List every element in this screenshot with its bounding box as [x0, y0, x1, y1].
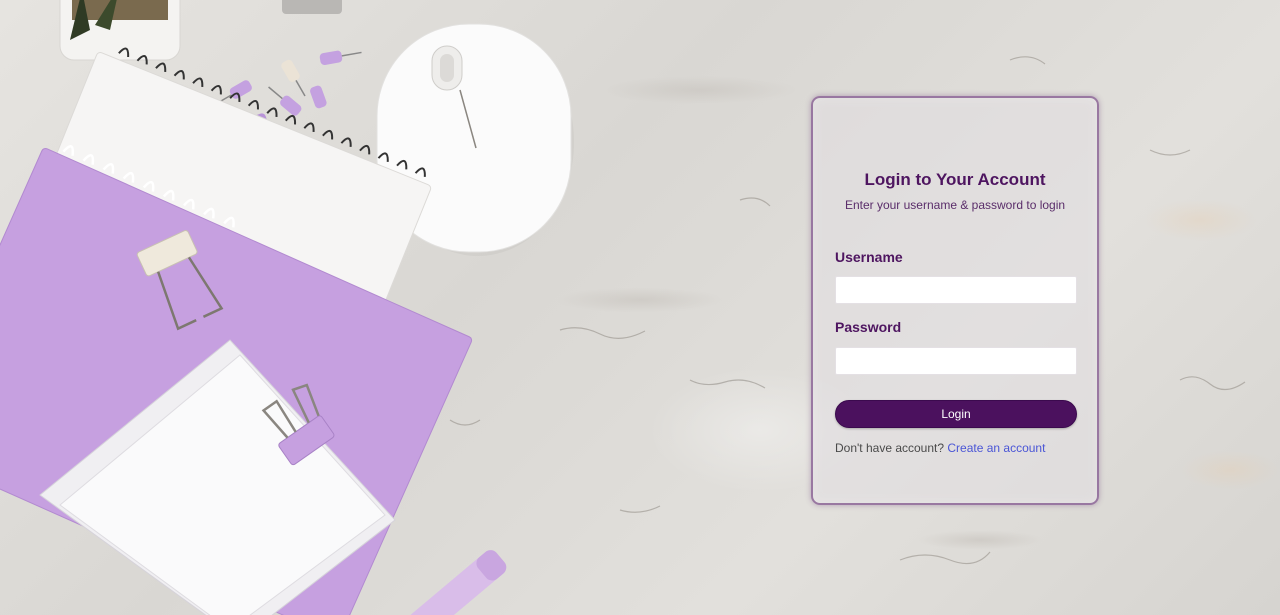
login-button[interactable]: Login	[835, 400, 1077, 428]
login-page: Login to Your Account Enter your usernam…	[0, 0, 1280, 615]
login-card: Login to Your Account Enter your usernam…	[811, 96, 1099, 505]
highlighter-pen	[407, 550, 507, 615]
username-input[interactable]	[835, 276, 1077, 304]
login-subtitle: Enter your username & password to login	[844, 198, 1066, 212]
signup-prompt-row: Don't have account? Create an account	[835, 441, 1045, 455]
username-label: Username	[835, 249, 903, 265]
password-label: Password	[835, 319, 902, 335]
create-account-link[interactable]: Create an account	[947, 441, 1045, 455]
gadget-edge	[282, 0, 342, 14]
login-title: Login to Your Account	[864, 170, 1046, 189]
password-input[interactable]	[835, 347, 1077, 375]
signup-prompt-text: Don't have account?	[835, 441, 948, 455]
